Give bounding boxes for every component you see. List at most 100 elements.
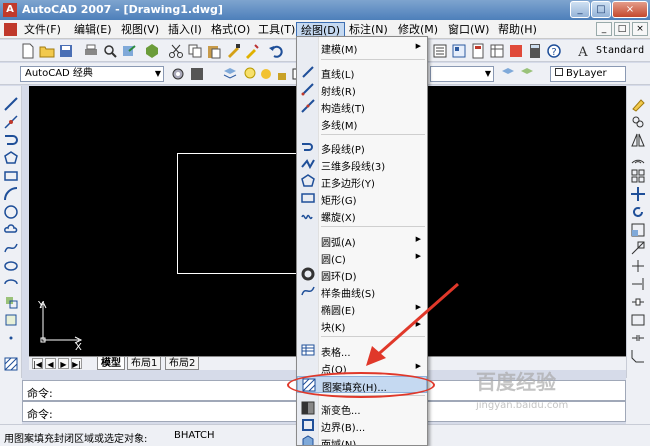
command-right-grip[interactable]	[626, 378, 650, 424]
menu-draw[interactable]: 绘图(D)	[296, 22, 346, 37]
close-button[interactable]: ×	[612, 1, 648, 18]
save-icon[interactable]	[58, 43, 74, 59]
document-icon[interactable]	[4, 23, 17, 36]
revision-cloud-tool-icon[interactable]	[3, 222, 19, 238]
cut-icon[interactable]	[168, 43, 184, 59]
erase-tool-icon[interactable]	[630, 96, 646, 112]
copy-tool-icon[interactable]	[630, 114, 646, 130]
extend-tool-icon[interactable]	[630, 276, 646, 292]
workspace-settings-icon[interactable]	[170, 66, 186, 82]
new-file-icon[interactable]	[20, 43, 36, 59]
publish-icon[interactable]	[121, 43, 137, 59]
layer-freeze-icon[interactable]	[258, 66, 274, 82]
layer-bulb-icon[interactable]	[242, 66, 258, 82]
autocad-app-icon[interactable]: A	[3, 3, 17, 17]
menu-item-boundary[interactable]: 边界(B)...	[297, 417, 427, 434]
line-tool-icon[interactable]	[3, 96, 19, 112]
menu-item-polygon[interactable]: 正多边形(Y)	[297, 173, 427, 190]
menu-item-helix[interactable]: 螺旋(X)	[297, 207, 427, 224]
stretch-tool-icon[interactable]	[630, 240, 646, 256]
offset-tool-icon[interactable]	[630, 150, 646, 166]
match-properties-icon[interactable]	[225, 43, 241, 59]
doc-close-button[interactable]: ×	[632, 22, 648, 36]
next-tab-button[interactable]: ▶	[58, 358, 69, 369]
drawn-rectangle[interactable]	[177, 153, 305, 274]
menu-item-3d-polyline[interactable]: 三维多段线(3)	[297, 156, 427, 173]
print-icon[interactable]	[83, 43, 99, 59]
block-editor-icon[interactable]	[244, 43, 260, 59]
help-icon[interactable]: ?	[546, 43, 562, 59]
scale-tool-icon[interactable]	[630, 222, 646, 238]
menu-modify[interactable]: 修改(M)	[394, 22, 442, 37]
plot-preview-icon[interactable]	[102, 43, 118, 59]
menu-window[interactable]: 窗口(W)	[444, 22, 493, 37]
rectangle-tool-icon[interactable]	[3, 168, 19, 184]
menu-help[interactable]: 帮助(H)	[494, 22, 541, 37]
ellipse-arc-tool-icon[interactable]	[3, 276, 19, 292]
construction-line-tool-icon[interactable]	[3, 114, 19, 130]
make-block-tool-icon[interactable]	[3, 312, 19, 328]
break-at-point-tool-icon[interactable]	[630, 294, 646, 310]
rotate-tool-icon[interactable]	[630, 204, 646, 220]
menu-item-region[interactable]: 面域(N)	[297, 434, 427, 445]
array-tool-icon[interactable]	[630, 168, 646, 184]
ellipse-tool-icon[interactable]	[3, 258, 19, 274]
menu-item-modeling[interactable]: 建模(M) ▶	[297, 39, 427, 56]
menu-item-arc[interactable]: 圆弧(A) ▶	[297, 232, 427, 249]
polyline-tool-icon[interactable]	[3, 132, 19, 148]
prev-tab-button[interactable]: ◀	[45, 358, 56, 369]
layer-lock-icon[interactable]	[274, 66, 290, 82]
undo-icon[interactable]	[268, 43, 284, 59]
copy-icon[interactable]	[187, 43, 203, 59]
menu-format[interactable]: 格式(O)	[207, 22, 254, 37]
menu-item-line[interactable]: 直线(L)	[297, 64, 427, 81]
menu-item-ray[interactable]: 射线(R)	[297, 81, 427, 98]
doc-restore-button[interactable]: □	[614, 22, 630, 36]
menu-item-polyline[interactable]: 多段线(P)	[297, 139, 427, 156]
move-tool-icon[interactable]	[630, 186, 646, 202]
tool-palettes-icon[interactable]	[470, 43, 486, 59]
menu-item-multiline[interactable]: 多线(M)	[297, 115, 427, 132]
layer-previous-icon[interactable]	[500, 66, 516, 82]
sheet-set-icon[interactable]	[489, 43, 505, 59]
first-tab-button[interactable]: |◀	[32, 358, 43, 369]
hatch-tool-icon[interactable]	[3, 356, 19, 372]
design-center-icon[interactable]	[451, 43, 467, 59]
polygon-tool-icon[interactable]	[3, 150, 19, 166]
insert-block-tool-icon[interactable]	[3, 294, 19, 310]
tab-layout2[interactable]: 布局2	[165, 357, 200, 370]
properties-icon[interactable]	[432, 43, 448, 59]
last-tab-button[interactable]: ▶|	[71, 358, 82, 369]
mirror-tool-icon[interactable]	[630, 132, 646, 148]
workspace-toggle-icon[interactable]	[189, 66, 205, 82]
menu-view[interactable]: 视图(V)	[117, 22, 163, 37]
layer-select[interactable]: ▼	[430, 66, 494, 82]
spline-tool-icon[interactable]	[3, 240, 19, 256]
paste-icon[interactable]	[206, 43, 222, 59]
doc-minimize-button[interactable]: _	[596, 22, 612, 36]
3d-dwf-icon[interactable]	[144, 43, 160, 59]
color-select[interactable]: ByLayer	[550, 66, 626, 82]
menu-item-construction-line[interactable]: 构造线(T)	[297, 98, 427, 115]
menu-edit[interactable]: 编辑(E)	[70, 22, 116, 37]
join-tool-icon[interactable]	[630, 330, 646, 346]
text-style-name[interactable]: Standard	[596, 43, 644, 59]
chamfer-tool-icon[interactable]	[630, 348, 646, 364]
menu-dimension[interactable]: 标注(N)	[345, 22, 392, 37]
layer-manager-icon[interactable]	[222, 66, 238, 82]
trim-tool-icon[interactable]	[630, 258, 646, 274]
maximize-button[interactable]: □	[591, 1, 611, 18]
tab-layout1[interactable]: 布局1	[127, 357, 162, 370]
workspace-select[interactable]: AutoCAD 经典 ▼	[20, 66, 164, 82]
menu-item-gradient[interactable]: 渐变色...	[297, 400, 427, 417]
point-tool-icon[interactable]	[3, 330, 19, 346]
menu-item-rectangle[interactable]: 矩形(G)	[297, 190, 427, 207]
menu-tools[interactable]: 工具(T)	[254, 22, 299, 37]
make-current-icon[interactable]	[519, 66, 535, 82]
open-folder-icon[interactable]	[39, 43, 55, 59]
circle-tool-icon[interactable]	[3, 204, 19, 220]
command-left-grip[interactable]	[0, 378, 22, 424]
calculator-icon[interactable]	[527, 43, 543, 59]
markup-icon[interactable]	[508, 43, 524, 59]
menu-item-circle[interactable]: 圆(C) ▶	[297, 249, 427, 266]
